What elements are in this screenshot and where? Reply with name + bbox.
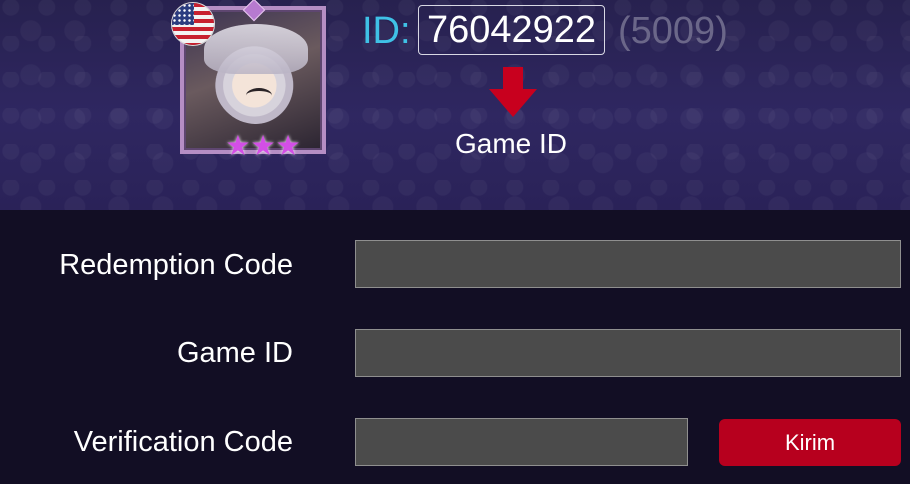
rank-stars: ★ ★ ★: [218, 132, 308, 160]
us-flag-icon: [172, 3, 214, 45]
id-label: ID:: [362, 10, 411, 52]
player-id-value: 76042922: [418, 5, 605, 55]
down-arrow-icon: [489, 67, 537, 117]
star-icon: ★: [225, 129, 251, 162]
star-icon: ★: [275, 129, 301, 162]
game-id-input[interactable]: [355, 329, 901, 377]
profile-banner: ★ ★ ★ ID: 76042922 (5009) Game ID: [0, 0, 910, 210]
game-id-caption: Game ID: [455, 128, 568, 159]
server-id: (5009): [618, 10, 728, 52]
redemption-code-label: Redemption Code: [59, 249, 293, 281]
verification-code-input[interactable]: [355, 418, 688, 466]
submit-button[interactable]: Kirim: [719, 419, 901, 466]
game-id-label: Game ID: [176, 337, 293, 369]
redemption-code-input[interactable]: [355, 240, 901, 288]
avatar-face: [246, 88, 272, 103]
star-icon: ★: [250, 129, 276, 162]
verification-code-label: Verification Code: [73, 426, 293, 458]
